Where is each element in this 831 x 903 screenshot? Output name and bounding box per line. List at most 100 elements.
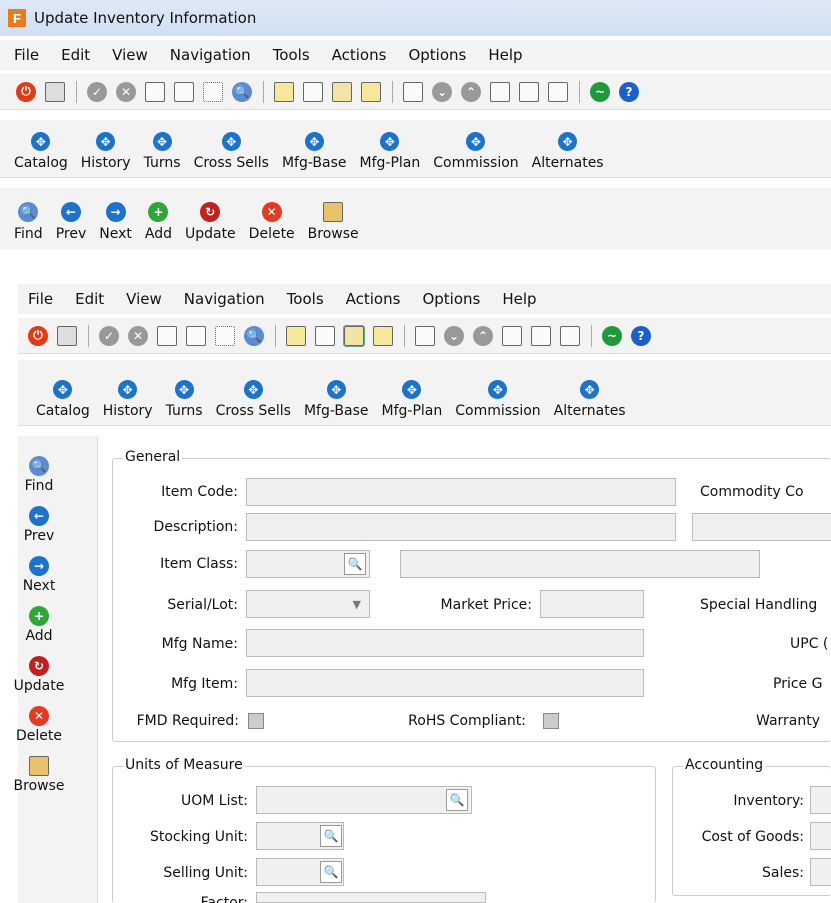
next-button[interactable]: → Next [18,556,60,594]
check-icon[interactable]: ✓ [99,325,119,346]
chart-icon[interactable]: ~ [590,81,610,102]
add-button[interactable]: + Add [145,202,172,242]
nav-cross-sells[interactable]: ✥ Cross Sells [216,380,291,419]
copy-icon[interactable] [157,325,177,346]
window-icon[interactable] [57,325,77,346]
power-icon[interactable]: ⏻ [16,81,36,102]
mfg-name-field[interactable] [246,629,644,657]
import-icon[interactable] [502,325,522,346]
serial-lot-select[interactable]: ▼ [246,590,370,618]
menu-options[interactable]: Options [422,290,480,308]
menu-actions[interactable]: Actions [332,46,387,64]
menu-file[interactable]: File [14,46,39,64]
nav-mfg-base[interactable]: ✥ Mfg-Base [282,132,347,171]
nav-cross-sells[interactable]: ✥ Cross Sells [194,132,269,171]
uom-list-search-icon[interactable]: 🔍 [446,789,468,811]
sort-icon[interactable] [403,81,423,102]
item-class-description-field[interactable] [400,550,760,578]
select-icon[interactable] [203,81,223,102]
menu-edit[interactable]: Edit [61,46,90,64]
delete-button[interactable]: ✕ Delete [249,202,295,242]
menu-actions[interactable]: Actions [346,290,401,308]
cancel-icon[interactable]: ✕ [116,81,136,102]
report-icon[interactable] [332,81,352,102]
select-icon[interactable] [215,325,235,346]
uom-list-field[interactable] [256,786,472,814]
find-button[interactable]: 🔍 Find [18,456,60,494]
help-icon[interactable]: ? [631,325,651,346]
prev-button[interactable]: ← Prev [56,202,86,242]
menu-edit[interactable]: Edit [75,290,104,308]
chart-icon[interactable]: ~ [602,325,622,346]
nav-turns[interactable]: ✥ Turns [166,380,203,419]
up-circle-icon[interactable]: ⌃ [473,325,493,346]
nav-mfg-plan[interactable]: ✥ Mfg-Plan [382,380,442,419]
prev-button[interactable]: ← Prev [18,506,60,544]
delete-button[interactable]: ✕ Delete [16,706,62,744]
menu-view[interactable]: View [112,46,148,64]
menu-tools[interactable]: Tools [287,290,324,308]
document-icon[interactable] [560,325,580,346]
down-circle-icon[interactable]: ⌄ [432,81,452,102]
import-icon[interactable] [490,81,510,102]
calendar-icon[interactable] [373,325,393,346]
nav-turns[interactable]: ✥ Turns [144,132,181,171]
export-icon[interactable] [531,325,551,346]
update-button[interactable]: ↻ Update [185,202,236,242]
item-code-field[interactable] [246,478,676,506]
inventory-field[interactable] [810,786,831,814]
menu-help[interactable]: Help [502,290,536,308]
mfg-item-field[interactable] [246,669,644,697]
nav-alternates[interactable]: ✥ Alternates [554,380,626,419]
nav-history[interactable]: ✥ History [81,132,131,171]
document-icon[interactable] [548,81,568,102]
power-icon[interactable]: ⏻ [28,325,48,346]
help-icon[interactable]: ? [619,81,639,102]
menu-options[interactable]: Options [408,46,466,64]
market-price-field[interactable] [540,590,644,618]
sort-icon[interactable] [415,325,435,346]
zoom-icon[interactable]: 🔍 [232,81,252,102]
stocking-unit-search-icon[interactable]: 🔍 [320,825,342,847]
menu-tools[interactable]: Tools [273,46,310,64]
export-icon[interactable] [519,81,539,102]
menu-file[interactable]: File [28,290,53,308]
update-button[interactable]: ↻ Update [14,656,64,694]
add-button[interactable]: + Add [18,606,60,644]
cost-of-goods-field[interactable] [810,822,831,850]
description-2-field[interactable] [692,513,831,541]
nav-mfg-base[interactable]: ✥ Mfg-Base [304,380,369,419]
menu-navigation[interactable]: Navigation [184,290,265,308]
sales-field[interactable] [810,858,831,886]
menu-help[interactable]: Help [488,46,522,64]
attach-icon[interactable] [303,81,323,102]
paste-icon[interactable] [186,325,206,346]
report-icon[interactable] [343,324,365,347]
rohs-compliant-checkbox[interactable] [543,713,559,729]
description-field[interactable] [246,513,676,541]
up-circle-icon[interactable]: ⌃ [461,81,481,102]
selling-unit-search-icon[interactable]: 🔍 [320,861,342,883]
browse-button[interactable]: Browse [14,756,65,794]
menu-navigation[interactable]: Navigation [170,46,251,64]
next-button[interactable]: → Next [99,202,132,242]
calendar-icon[interactable] [361,81,381,102]
copy-icon[interactable] [145,81,165,102]
fmd-required-checkbox[interactable] [248,713,264,729]
notepad-icon[interactable] [286,325,306,346]
paste-icon[interactable] [174,81,194,102]
nav-commission[interactable]: ✥ Commission [433,132,519,171]
check-icon[interactable]: ✓ [87,81,107,102]
notepad-icon[interactable] [274,81,294,102]
zoom-icon[interactable]: 🔍 [244,325,264,346]
down-circle-icon[interactable]: ⌄ [444,325,464,346]
factor-field[interactable] [256,892,486,903]
nav-history[interactable]: ✥ History [103,380,153,419]
nav-commission[interactable]: ✥ Commission [455,380,541,419]
menu-view[interactable]: View [126,290,162,308]
attach-icon[interactable] [315,325,335,346]
nav-catalog[interactable]: ✥ Catalog [36,380,90,419]
cancel-icon[interactable]: ✕ [128,325,148,346]
find-button[interactable]: 🔍 Find [14,202,43,242]
nav-catalog[interactable]: ✥ Catalog [14,132,68,171]
